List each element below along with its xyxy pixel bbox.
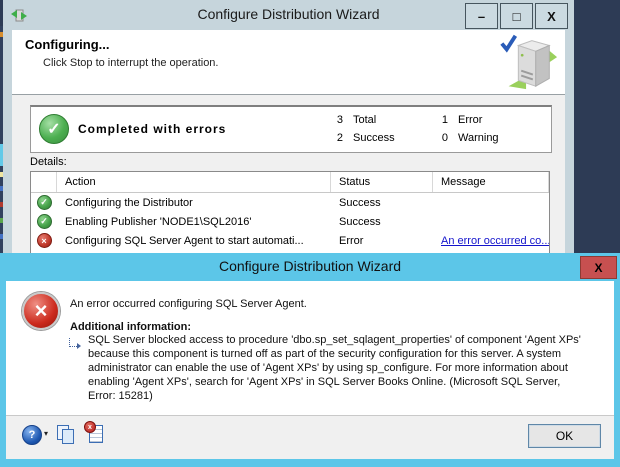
dialog-titlebar: Configure Distribution Wizard X [0, 253, 620, 281]
help-dropdown-icon[interactable]: ▾ [44, 429, 48, 438]
icon-column-header [31, 172, 57, 192]
elbow-arrow-icon [69, 338, 82, 349]
error-icon: × [22, 292, 60, 330]
status-column-header: Status [331, 172, 433, 192]
row-action: Enabling Publisher 'NODE1\SQL2016' [65, 215, 252, 228]
wizard-titlebar: Configure Distribution Wizard – □ X [3, 0, 574, 30]
ok-button[interactable]: OK [528, 424, 601, 448]
minimize-button[interactable]: – [465, 3, 498, 29]
configure-distribution-wizard-window: Configure Distribution Wizard – □ X Conf… [3, 0, 574, 255]
dialog-close-button[interactable]: X [580, 256, 617, 279]
error-message-link[interactable]: An error occurred co... [441, 235, 549, 247]
table-row[interactable]: × Configuring SQL Server Agent to start … [31, 231, 549, 250]
row-action: Configuring the Distributor [65, 196, 193, 209]
summary-status-label: Completed with errors [78, 122, 227, 136]
row-status: Error [339, 234, 364, 247]
error-dialog: Configure Distribution Wizard X × An err… [0, 253, 620, 467]
server-graphic-icon [500, 34, 558, 90]
success-count: 2 [336, 132, 343, 144]
copy-icon[interactable] [56, 424, 76, 444]
warning-count: 0 [441, 132, 448, 144]
details-label: Details: [30, 156, 67, 168]
window-controls: – □ X [463, 3, 568, 29]
dialog-title: Configure Distribution Wizard [218, 258, 402, 274]
summary-counts-right: 1 Error 0 Warning [436, 111, 499, 147]
success-icon: ✓ [36, 214, 52, 229]
details-table-header: Action Status Message [31, 172, 549, 193]
error-detail-text: SQL Server blocked access to procedure '… [88, 334, 581, 402]
dialog-footer: ? ▾ x OK [6, 415, 614, 459]
wizard-page-header: Configuring... Click Stop to interrupt t… [12, 30, 565, 95]
wizard-client-area: Configuring... Click Stop to interrupt t… [12, 30, 565, 255]
details-table: Action Status Message ✓ Configuring the … [30, 171, 550, 255]
error-badge-icon: x [84, 421, 96, 433]
page-subtitle: Click Stop to interrupt the operation. [43, 57, 219, 69]
error-count-label: Error [458, 114, 483, 126]
error-icon: × [36, 233, 52, 248]
desktop: Configure Distribution Wizard – □ X Conf… [0, 0, 620, 467]
row-status: Success [339, 196, 381, 209]
message-column-header: Message [433, 172, 549, 192]
error-report-icon[interactable]: x [84, 421, 104, 444]
help-icon[interactable]: ? [22, 425, 42, 445]
warning-count-label: Warning [458, 132, 499, 144]
error-count: 1 [441, 114, 448, 126]
completed-check-icon: ✓ [39, 114, 69, 144]
row-status: Success [339, 215, 381, 228]
page-title: Configuring... [25, 37, 110, 52]
dialog-body: × An error occurred configuring SQL Serv… [6, 281, 614, 415]
action-column-header: Action [57, 172, 331, 192]
table-row[interactable]: ✓ Configuring the Distributor Success [31, 193, 549, 212]
summary-counts-left: 3 Total 2 Success [331, 111, 395, 147]
total-count: 3 [336, 114, 343, 126]
success-count-label: Success [353, 132, 395, 144]
row-action: Configuring SQL Server Agent to start au… [65, 234, 304, 247]
success-icon: ✓ [36, 195, 52, 210]
maximize-button[interactable]: □ [500, 3, 533, 29]
additional-information-label: Additional information: [70, 321, 191, 333]
status-summary-panel: ✓ Completed with errors 3 Total 2 Succes… [30, 105, 552, 153]
close-button[interactable]: X [535, 3, 568, 29]
total-count-label: Total [353, 114, 377, 126]
table-row[interactable]: ✓ Enabling Publisher 'NODE1\SQL2016' Suc… [31, 212, 549, 231]
error-message: An error occurred configuring SQL Server… [70, 298, 307, 310]
